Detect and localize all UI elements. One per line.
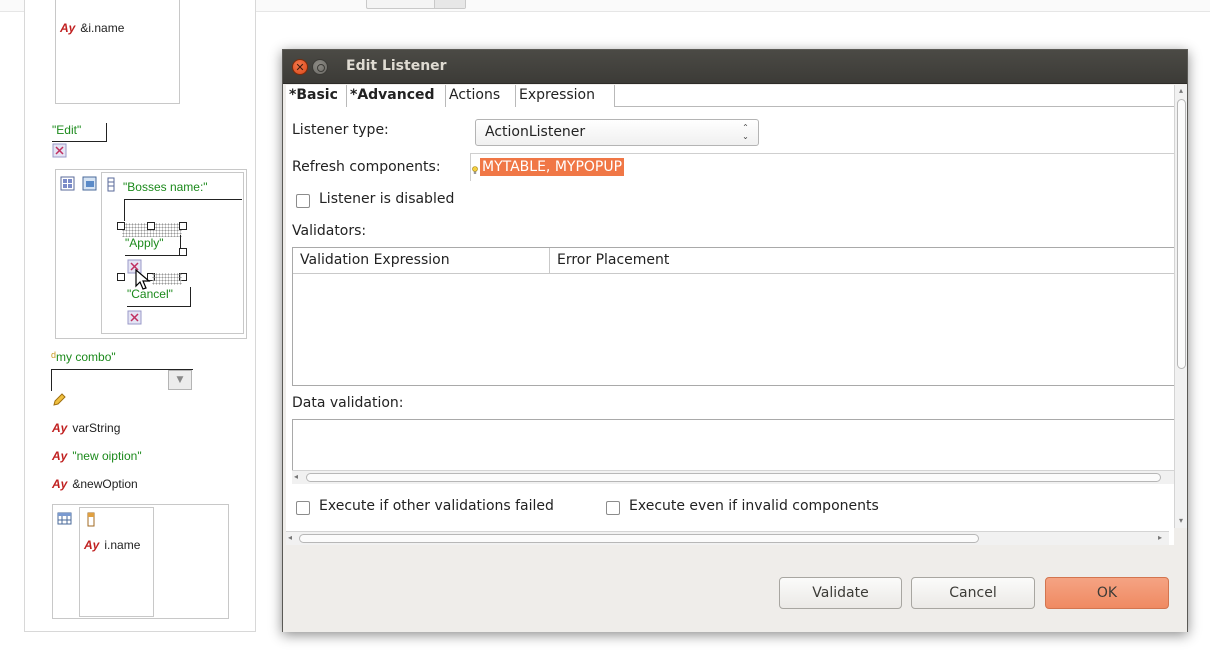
dialog-hscrollbar[interactable]: ◂ ▸ <box>286 531 1169 545</box>
listener-icon <box>52 143 67 158</box>
selection-handle[interactable] <box>179 248 187 256</box>
close-icon[interactable]: ✕ <box>292 59 308 75</box>
dialog-titlebar[interactable]: ✕ Edit Listener <box>283 50 1187 84</box>
tab-expression[interactable]: Expression <box>516 85 615 107</box>
selection-handle[interactable] <box>179 222 187 230</box>
select-arrows-icon: ⌃⌄ <box>741 123 750 141</box>
data-validation-hscrollbar[interactable]: ◂ <box>292 470 1174 484</box>
column-validation-expression[interactable]: Validation Expression <box>293 248 550 273</box>
scroll-up-icon[interactable]: ▴ <box>1175 85 1187 97</box>
minimize-icon[interactable] <box>312 59 328 75</box>
bosses-name-field[interactable] <box>124 199 242 221</box>
listener-type-select[interactable]: ActionListener ⌃⌄ <box>475 119 759 146</box>
bosses-name-label: "Bosses name:" <box>123 180 208 194</box>
execute-if-failed-checkbox[interactable] <box>296 501 310 515</box>
my-combo-dropdown-button[interactable]: ▼ <box>168 370 192 390</box>
column-icon <box>87 512 95 527</box>
data-validation-scroll-thumb[interactable] <box>306 473 1161 482</box>
selection-handle[interactable] <box>147 222 155 230</box>
table-icon <box>57 512 72 525</box>
data-validation-label: Data validation: <box>292 395 404 411</box>
top-combo-control[interactable] <box>366 0 466 9</box>
column-error-placement[interactable]: Error Placement <box>550 248 1174 273</box>
dialog-title: Edit Listener <box>346 58 447 74</box>
pencil-icon <box>53 393 66 406</box>
tab-bar: *Basic *Advanced Actions Expression <box>286 85 1174 107</box>
bosses-panel[interactable]: "Bosses name:" "Apply" "Cancel" <box>55 169 247 339</box>
selection-handle[interactable] <box>117 273 125 281</box>
var-string-label: Ay varString <box>52 421 121 435</box>
dialog-vscrollbar[interactable]: ▴ ▾ <box>1174 85 1187 528</box>
my-combo-label: dmy combo" <box>51 350 116 364</box>
new-option-ref-label: Ay &newOption <box>52 477 138 491</box>
edit-button-component[interactable]: "Edit" <box>52 123 107 142</box>
scroll-down-icon[interactable]: ▾ <box>1175 515 1187 527</box>
tab-basic[interactable]: *Basic <box>286 85 347 107</box>
lightbulb-icon <box>472 166 478 174</box>
ok-button[interactable]: OK <box>1045 577 1169 609</box>
listener-icon <box>127 310 142 325</box>
table-inner-panel[interactable]: Ay i.name <box>79 507 154 617</box>
new-option-literal-label: Ay "new oiption" <box>52 449 142 463</box>
scroll-right-icon[interactable]: ▸ <box>1158 532 1162 544</box>
validate-button[interactable]: Validate <box>779 577 902 609</box>
scroll-left-icon[interactable]: ◂ <box>294 471 298 483</box>
cancel-button[interactable]: Cancel <box>911 577 1035 609</box>
top-list-panel[interactable]: Ay &i.name <box>55 0 180 104</box>
selection-handle[interactable] <box>117 222 125 230</box>
refresh-components-label: Refresh components: <box>292 159 441 175</box>
cancel-button-component[interactable]: "Cancel" <box>127 287 191 307</box>
bosses-inner-panel[interactable]: "Bosses name:" "Apply" "Cancel" <box>101 172 244 334</box>
vertical-layout-icon <box>107 177 115 192</box>
i-name-column-label: Ay i.name <box>84 538 141 552</box>
refresh-components-value: MYTABLE, MYPOPUP <box>480 158 625 176</box>
refresh-components-input[interactable]: MYTABLE, MYPOPUP <box>470 153 1174 181</box>
execute-invalid-components-checkbox[interactable] <box>606 501 620 515</box>
tab-advanced[interactable]: *Advanced <box>347 85 446 107</box>
listener-disabled-label: Listener is disabled <box>319 191 455 207</box>
listener-type-label: Listener type: <box>292 122 389 138</box>
i-name-ref-label: Ay &i.name <box>60 21 125 35</box>
dialog-hscroll-thumb[interactable] <box>299 534 979 543</box>
execute-invalid-components-label: Execute even if invalid components <box>629 498 879 514</box>
table-panel[interactable]: Ay i.name <box>52 504 229 619</box>
edit-listener-dialog: ✕ Edit Listener *Basic *Advanced Actions… <box>282 49 1188 632</box>
validators-label: Validators: <box>292 223 367 239</box>
dialog-footer: Validate Cancel OK <box>283 545 1187 632</box>
cancel-selection-area <box>152 273 182 285</box>
popup-icon <box>82 176 97 191</box>
tab-actions[interactable]: Actions <box>446 85 516 107</box>
dialog-content: *Basic *Advanced Actions Expression List… <box>286 85 1174 545</box>
apply-button-component[interactable]: "Apply" <box>125 235 181 256</box>
listener-disabled-checkbox[interactable] <box>296 194 310 208</box>
dialog-vscroll-thumb[interactable] <box>1177 99 1186 369</box>
designer-canvas: Ay &i.name "Edit" "Bosses name:" "Apply"… <box>24 0 256 632</box>
validators-table[interactable]: Validation Expression Error Placement <box>292 247 1174 386</box>
scroll-left-icon[interactable]: ◂ <box>288 532 292 544</box>
execute-if-failed-label: Execute if other validations failed <box>319 498 554 514</box>
validators-table-header: Validation Expression Error Placement <box>293 248 1174 274</box>
layout-icon <box>60 176 75 191</box>
